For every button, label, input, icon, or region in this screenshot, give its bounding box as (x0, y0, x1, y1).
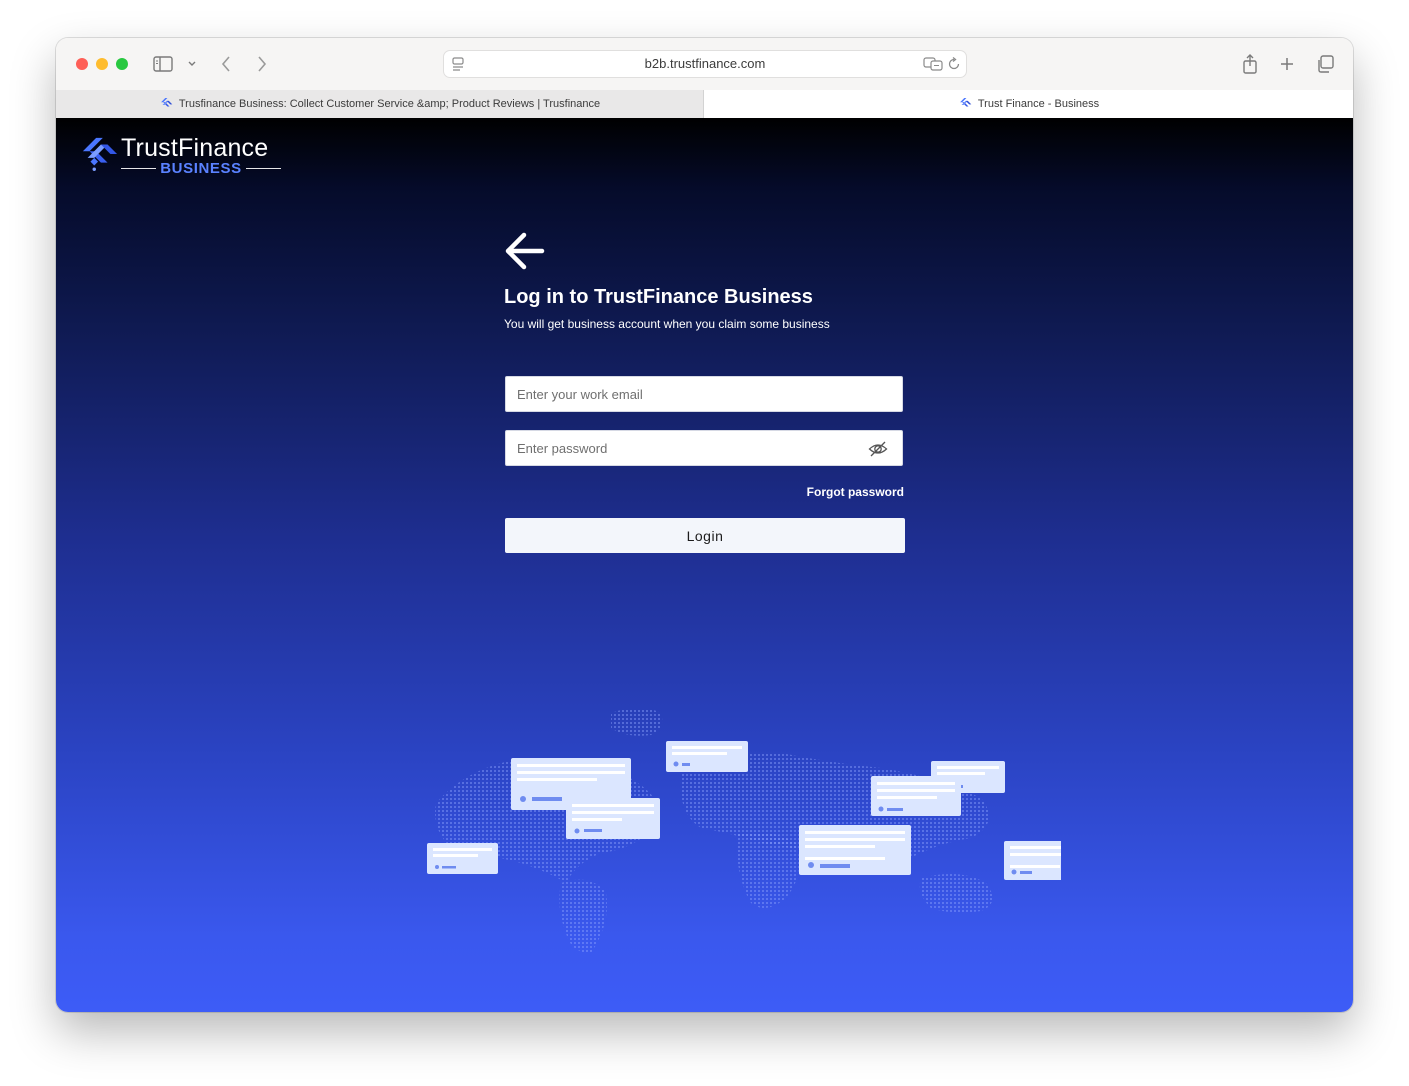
logo-subtitle: BUSINESS (160, 159, 242, 177)
new-tab-icon[interactable] (1277, 54, 1297, 74)
eye-off-icon[interactable] (868, 440, 888, 458)
review-card (666, 741, 748, 772)
tab-label: Trust Finance - Business (977, 98, 1100, 110)
tab-bar: Trusfinance Business: Collect Customer S… (56, 90, 1353, 119)
chevron-down-icon[interactable] (185, 57, 199, 71)
world-map-illustration (427, 708, 1061, 953)
review-card (566, 798, 660, 839)
sidebar-toggle-icon[interactable] (152, 54, 174, 74)
tab-trust-finance-business[interactable]: Trust Finance - Business (704, 90, 1353, 118)
trustfinance-logo-icon (82, 137, 118, 171)
address-bar[interactable]: b2b.trustfinance.com (443, 50, 967, 78)
close-window-button[interactable] (76, 58, 88, 70)
trustfinance-favicon-icon (160, 98, 173, 107)
review-card (799, 825, 911, 875)
url-text[interactable]: b2b.trustfinance.com (444, 51, 966, 77)
email-field[interactable] (505, 376, 903, 412)
back-nav-icon[interactable] (216, 53, 236, 75)
minimize-window-button[interactable] (96, 58, 108, 70)
trustfinance-favicon-icon (959, 98, 972, 107)
forward-nav-icon[interactable] (252, 53, 272, 75)
password-input[interactable] (506, 431, 902, 465)
review-card (427, 843, 498, 874)
tab-label: Trusfinance Business: Collect Customer S… (178, 98, 601, 110)
email-input[interactable] (506, 377, 902, 411)
password-field[interactable] (505, 430, 903, 466)
review-card (871, 776, 961, 816)
zoom-window-button[interactable] (116, 58, 128, 70)
review-card (1004, 841, 1061, 880)
browser-toolbar: b2b.trustfinance.com (56, 38, 1353, 91)
translate-icon[interactable] (923, 56, 943, 72)
forgot-password-link[interactable]: Forgot password (756, 485, 904, 499)
tab-overview-icon[interactable] (1314, 53, 1336, 75)
tab-trustfinance-reviews[interactable]: Trusfinance Business: Collect Customer S… (56, 90, 704, 118)
page-subtitle: You will get business account when you c… (504, 317, 830, 331)
reload-icon[interactable] (946, 56, 962, 72)
login-button[interactable]: Login (505, 518, 905, 553)
share-icon[interactable] (1240, 52, 1260, 76)
back-arrow-icon[interactable] (504, 231, 546, 271)
login-page: TrustFinance BUSINESS Log in to TrustFin… (56, 118, 1353, 1012)
trustfinance-business-logo[interactable]: TrustFinance BUSINESS (80, 134, 300, 177)
logo-subtitle-row: BUSINESS (121, 159, 281, 177)
browser-window: b2b.trustfinance.com Trusfinance Busines… (56, 38, 1353, 1012)
page-title: Log in to TrustFinance Business (504, 286, 813, 308)
